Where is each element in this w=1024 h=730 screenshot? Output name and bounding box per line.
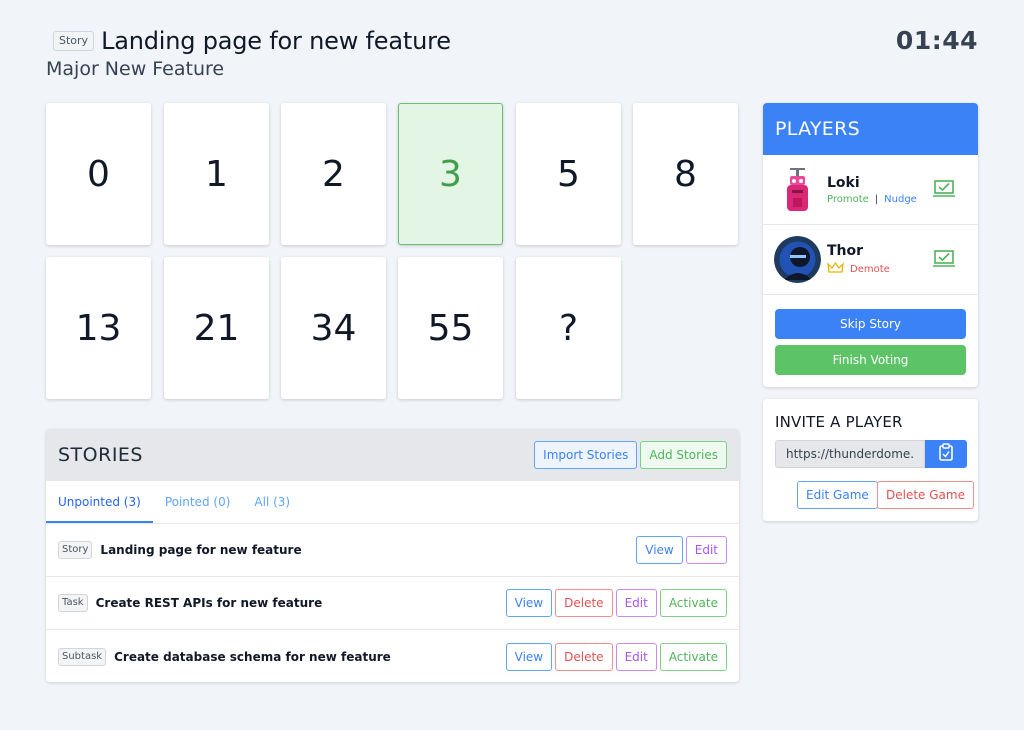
voting-timer: 01:44	[895, 26, 978, 55]
import-stories-button[interactable]: Import Stories	[534, 441, 638, 469]
point-card-34[interactable]: 34	[281, 257, 386, 399]
invite-panel: INVITE A PLAYER Edit Game Delete Game	[763, 399, 978, 521]
point-card-5[interactable]: 5	[516, 103, 621, 245]
tab-pointed[interactable]: Pointed (0)	[153, 481, 243, 523]
edit-game-button[interactable]: Edit Game	[797, 481, 878, 509]
story-row: Task Create REST APIs for new feature Vi…	[46, 577, 739, 630]
game-name: Major New Feature	[46, 58, 225, 80]
story-row: Subtask Create database schema for new f…	[46, 630, 739, 682]
copy-link-button[interactable]	[925, 440, 967, 468]
view-button[interactable]: View	[505, 589, 553, 617]
avatar	[774, 166, 821, 213]
player-row-thor: Thor Demote	[763, 225, 978, 295]
story-type-badge: Task	[58, 594, 88, 612]
player-name: Loki	[827, 174, 860, 191]
point-card-3-selected[interactable]: 3	[398, 103, 503, 245]
story-type-badge: Subtask	[58, 647, 107, 666]
voted-check-icon	[933, 180, 955, 202]
add-stories-button[interactable]: Add Stories	[640, 441, 727, 469]
stories-panel: STORIES Import Stories Add Stories Unpoi…	[46, 429, 739, 682]
skip-story-button[interactable]: Skip Story	[775, 309, 966, 339]
point-card-13[interactable]: 13	[46, 257, 151, 399]
story-title: Landing page for new feature	[101, 27, 451, 55]
story-row: Story Landing page for new feature View …	[46, 524, 739, 577]
point-card-0[interactable]: 0	[46, 103, 151, 245]
story-type-badge: Story	[53, 31, 95, 51]
invite-link-input[interactable]	[775, 440, 925, 468]
point-card-question[interactable]: ?	[516, 257, 621, 399]
story-row-title: Create database schema for new feature	[114, 649, 391, 664]
players-title: PLAYERS	[763, 103, 978, 155]
edit-button[interactable]: Edit	[615, 642, 657, 671]
demote-link[interactable]: Demote	[850, 264, 890, 275]
avatar	[774, 236, 821, 283]
finish-voting-button[interactable]: Finish Voting	[775, 345, 966, 375]
promote-link[interactable]: Promote	[827, 194, 869, 205]
stories-tabs: Unpointed (3) Pointed (0) All (3)	[46, 481, 739, 524]
players-panel: PLAYERS Loki Promote | Nudge Thor Demote…	[763, 103, 978, 387]
stories-title: STORIES	[58, 444, 143, 466]
tab-unpointed[interactable]: Unpointed (3)	[46, 481, 153, 523]
delete-game-button[interactable]: Delete Game	[877, 481, 974, 509]
voted-check-icon	[933, 250, 955, 272]
invite-title: INVITE A PLAYER	[775, 413, 903, 431]
point-card-21[interactable]: 21	[164, 257, 269, 399]
point-card-2[interactable]: 2	[281, 103, 386, 245]
point-card-8[interactable]: 8	[633, 103, 738, 245]
story-row-title: Landing page for new feature	[100, 543, 302, 557]
view-button[interactable]: View	[636, 536, 683, 564]
activate-button[interactable]: Activate	[659, 642, 727, 671]
delete-button[interactable]: Delete	[555, 589, 613, 617]
story-row-title: Create REST APIs for new feature	[95, 596, 323, 610]
separator: |	[874, 193, 879, 205]
page-header: Story Landing page for new feature Major…	[46, 26, 978, 86]
point-card-1[interactable]: 1	[164, 103, 269, 245]
activate-button[interactable]: Activate	[659, 589, 727, 617]
clipboard-icon	[938, 443, 954, 465]
delete-button[interactable]: Delete	[555, 642, 613, 671]
view-button[interactable]: View	[505, 642, 553, 671]
point-card-55[interactable]: 55	[398, 257, 503, 399]
edit-button[interactable]: Edit	[685, 536, 727, 564]
story-type-badge: Story	[58, 541, 93, 559]
stories-header: STORIES Import Stories Add Stories	[46, 429, 739, 481]
player-name: Thor	[827, 242, 864, 259]
nudge-link[interactable]: Nudge	[884, 194, 917, 205]
crown-icon	[827, 261, 844, 277]
edit-button[interactable]: Edit	[615, 589, 657, 617]
player-row-loki: Loki Promote | Nudge	[763, 155, 978, 225]
tab-all[interactable]: All (3)	[242, 481, 302, 523]
